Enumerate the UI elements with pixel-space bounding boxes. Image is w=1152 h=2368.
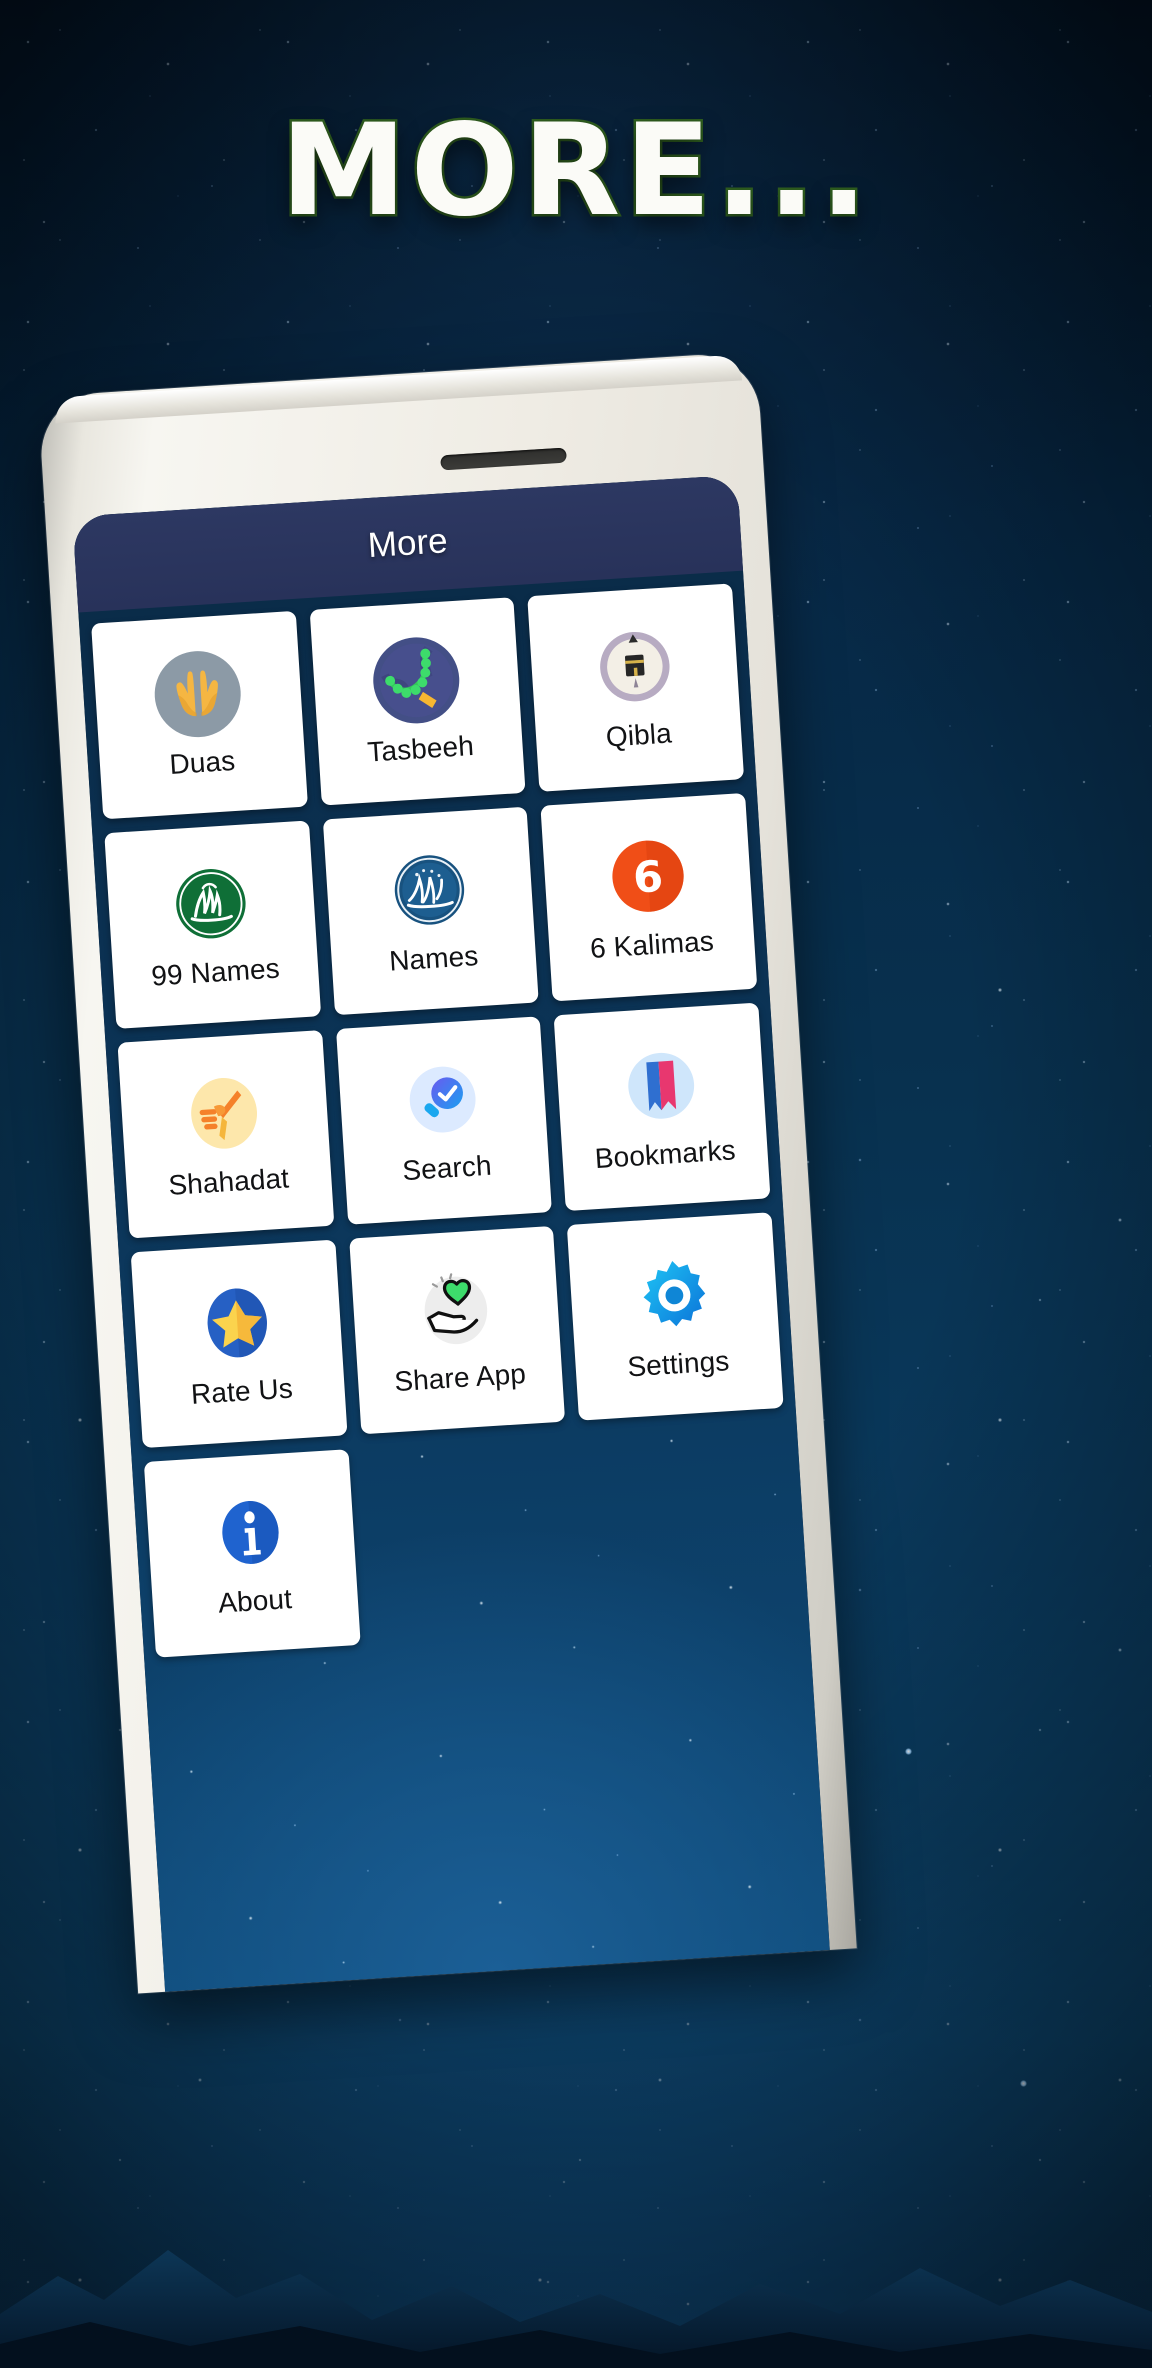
gear-icon: [628, 1250, 719, 1341]
tile-label: About: [217, 1583, 293, 1619]
page-title: MORE...: [278, 96, 872, 244]
tile-rate-us[interactable]: Rate Us: [130, 1239, 348, 1449]
tile-99-names[interactable]: 99 Names: [104, 820, 321, 1029]
tile-label: Tasbeeh: [366, 729, 475, 768]
bookmark-icon: [615, 1040, 706, 1131]
tile-label: Qibla: [604, 717, 673, 753]
phone-mockup: More Duas Tasbeeh Qibla 99 Names Names 6…: [37, 351, 857, 1994]
tile-label: Share App: [393, 1357, 527, 1398]
tile-label: Bookmarks: [593, 1134, 737, 1175]
tile-label: 99 Names: [150, 952, 281, 992]
tile-shahadat[interactable]: Shahadat: [117, 1030, 335, 1239]
app-header-title: More: [366, 521, 449, 566]
tile-tasbeeh[interactable]: Tasbeeh: [309, 597, 526, 806]
tile-6-kalimas[interactable]: 6 6 Kalimas: [540, 792, 758, 1002]
svg-text:6: 6: [631, 852, 664, 904]
promo-headline-container: MORE...: [0, 96, 1152, 244]
more-menu-grid: Duas Tasbeeh Qibla 99 Names Names 6 6 Ka…: [78, 571, 829, 1992]
muhammad-calligraphy-icon: [384, 844, 475, 935]
tile-label: Settings: [626, 1345, 731, 1383]
tile-about[interactable]: About: [143, 1449, 361, 1658]
tile-label: Names: [388, 940, 480, 977]
praying-hands-icon: [152, 648, 244, 740]
prayer-beads-icon: [370, 634, 462, 727]
info-icon: [205, 1487, 296, 1578]
shahada-finger-icon: [179, 1068, 270, 1159]
mountain-silhouette: [0, 2108, 1152, 2368]
tile-label: Search: [401, 1149, 493, 1187]
tile-label: Shahadat: [167, 1162, 290, 1201]
tile-label: Duas: [168, 744, 237, 781]
tile-share-app[interactable]: Share App: [348, 1225, 566, 1435]
tile-label: 6 Kalimas: [589, 925, 715, 964]
tile-duas[interactable]: Duas: [91, 610, 308, 820]
tile-label: Rate Us: [190, 1372, 294, 1410]
number-six-icon: 6: [602, 831, 693, 922]
search-check-icon: [397, 1054, 488, 1145]
share-heart-hand-icon: [410, 1264, 501, 1355]
qibla-compass-icon: [589, 621, 680, 712]
star-rating-icon: [192, 1277, 283, 1368]
allah-calligraphy-icon: [166, 858, 257, 949]
tile-bookmarks[interactable]: Bookmarks: [553, 1002, 771, 1212]
tile-names[interactable]: Names: [322, 806, 540, 1016]
tile-search[interactable]: Search: [335, 1016, 553, 1225]
tile-settings[interactable]: Settings: [567, 1212, 784, 1421]
tile-qibla[interactable]: Qibla: [527, 583, 745, 792]
phone-screen: More Duas Tasbeeh Qibla 99 Names Names 6…: [72, 474, 830, 1992]
